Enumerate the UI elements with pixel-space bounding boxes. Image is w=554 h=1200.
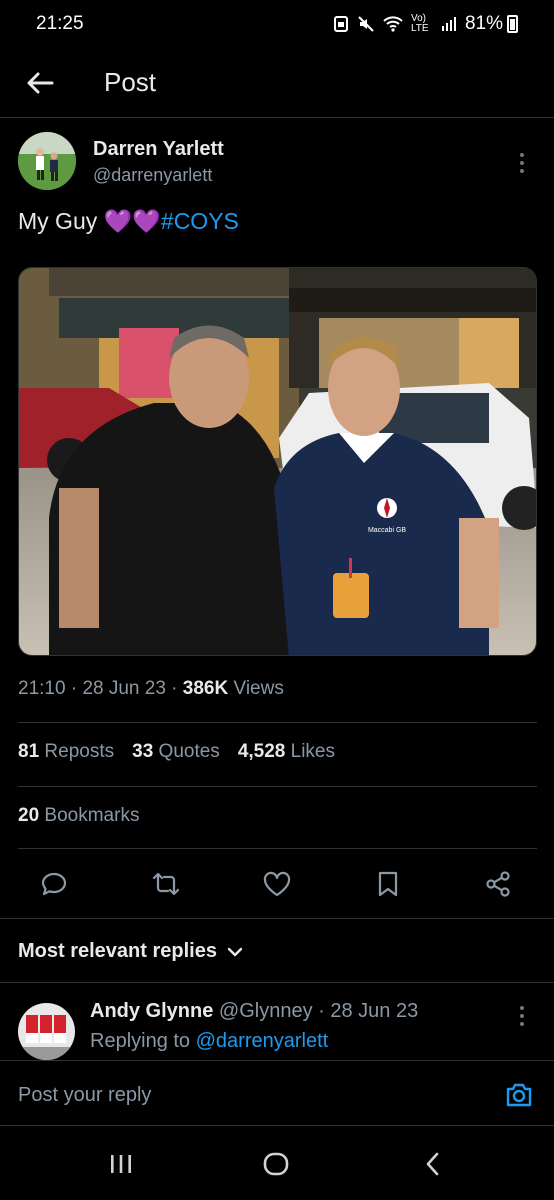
author-avatar[interactable] bbox=[18, 132, 76, 190]
page-title: Post bbox=[104, 67, 157, 97]
divider bbox=[18, 786, 537, 787]
top-header: Post bbox=[0, 48, 554, 118]
reply-context: Replying to @darrenyarlett bbox=[90, 1030, 328, 1053]
screenshot-icon bbox=[333, 16, 348, 32]
reply-button[interactable] bbox=[38, 868, 70, 900]
share-icon bbox=[486, 871, 510, 897]
more-options-button[interactable] bbox=[512, 148, 532, 178]
reposts-stat[interactable]: 81 Reposts bbox=[18, 741, 114, 763]
signal-icon bbox=[441, 17, 456, 31]
status-icons: Vo) LTE 81% bbox=[333, 13, 518, 35]
reply-header: Andy Glynne @Glynney · 28 Jun 23 bbox=[90, 1000, 419, 1022]
more-vertical-icon bbox=[520, 1006, 524, 1010]
section-divider bbox=[0, 982, 554, 983]
hashtag-link[interactable]: #COYS bbox=[161, 208, 239, 234]
divider bbox=[18, 848, 537, 849]
bookmark-button[interactable] bbox=[372, 868, 404, 900]
reply-avatar[interactable] bbox=[18, 1003, 75, 1060]
post-meta: 21:10 · 28 Jun 23 · 386K Views bbox=[18, 678, 284, 699]
heart-icon bbox=[263, 871, 291, 897]
shirt-text: Maccabi GB bbox=[368, 527, 406, 534]
author-handle[interactable]: @darrenyarlett bbox=[93, 165, 224, 186]
post-date: 28 Jun 23 bbox=[82, 678, 166, 699]
divider bbox=[18, 722, 537, 723]
quotes-stat[interactable]: 33 Quotes bbox=[132, 741, 220, 763]
camera-button[interactable] bbox=[504, 1081, 534, 1109]
battery-percent: 81% bbox=[464, 13, 503, 34]
author-name[interactable]: Darren Yarlett bbox=[93, 138, 224, 161]
share-button[interactable] bbox=[482, 868, 514, 900]
repost-button[interactable] bbox=[150, 868, 182, 900]
replying-to-link[interactable]: @darrenyarlett bbox=[196, 1030, 329, 1052]
reply-author-handle[interactable]: @Glynney bbox=[219, 1000, 313, 1022]
views-count: 386K bbox=[182, 678, 229, 699]
chevron-down-icon bbox=[227, 947, 243, 956]
bookmarks-stat[interactable]: 20 Bookmarks bbox=[18, 805, 139, 827]
post-text: My Guy 💜💜#COYS bbox=[18, 208, 239, 235]
post-author: Darren Yarlett @darrenyarlett bbox=[18, 132, 538, 196]
likes-stat[interactable]: 4,528 Likes bbox=[238, 741, 335, 763]
replies-sort-label: Most relevant replies bbox=[18, 940, 217, 962]
system-nav-bar bbox=[0, 1127, 554, 1200]
reply-author-name[interactable]: Andy Glynne bbox=[90, 1000, 213, 1022]
post-time: 21:10 bbox=[18, 678, 66, 699]
purple-heart-emoji: 💜💜 bbox=[103, 208, 161, 234]
reply-date: 28 Jun 23 bbox=[330, 1000, 419, 1022]
nav-back-icon bbox=[426, 1152, 439, 1176]
mute-icon bbox=[358, 16, 374, 32]
wifi-icon bbox=[383, 16, 403, 32]
arrow-left-icon bbox=[27, 72, 54, 93]
replies-sort-toggle[interactable]: Most relevant replies bbox=[18, 940, 243, 963]
status-bar: 21:25 Vo) LTE 81% bbox=[0, 0, 554, 48]
replying-to-label: Replying to bbox=[90, 1030, 191, 1052]
post-text-prefix: My Guy bbox=[18, 208, 104, 234]
post-photo[interactable]: Maccabi GB bbox=[18, 267, 537, 656]
reply-bubble-icon bbox=[41, 872, 67, 896]
post-actions bbox=[0, 858, 554, 910]
reply-input-placeholder[interactable]: Post your reply bbox=[18, 1084, 151, 1107]
views-label: Views bbox=[233, 678, 284, 699]
repost-icon bbox=[152, 872, 180, 896]
like-button[interactable] bbox=[261, 868, 293, 900]
back-button[interactable] bbox=[0, 48, 80, 118]
camera-icon bbox=[506, 1083, 532, 1107]
battery: 81% bbox=[465, 13, 518, 35]
home-button[interactable] bbox=[261, 1149, 291, 1179]
status-time: 21:25 bbox=[36, 13, 84, 34]
more-vertical-icon bbox=[520, 153, 524, 157]
nav-back-button[interactable] bbox=[418, 1149, 448, 1179]
bookmark-icon bbox=[378, 871, 398, 897]
recents-icon bbox=[111, 1155, 131, 1173]
reply-item[interactable]: Andy Glynne @Glynney · 28 Jun 23 Replyin… bbox=[18, 1000, 538, 1060]
reply-more-button[interactable] bbox=[512, 1004, 532, 1028]
section-divider bbox=[0, 918, 554, 919]
battery-icon bbox=[507, 15, 518, 33]
post-stats: 81 Reposts 33 Quotes 4,528 Likes bbox=[18, 741, 335, 763]
recents-button[interactable] bbox=[106, 1149, 136, 1179]
home-icon bbox=[263, 1152, 289, 1176]
reply-composer[interactable]: Post your reply bbox=[0, 1060, 554, 1126]
network-label: Vo) LTE bbox=[410, 13, 429, 34]
